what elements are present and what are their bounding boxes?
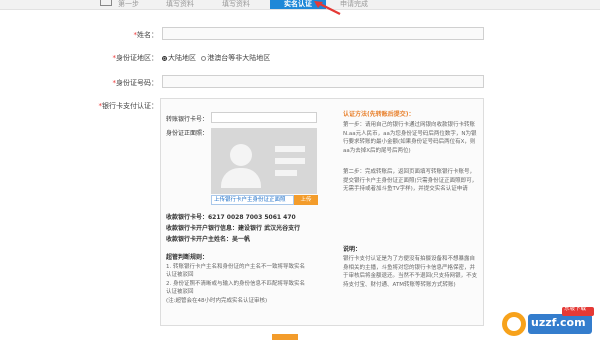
bankauth-label-text: 银行卡支付认证： xyxy=(102,102,158,110)
id-avatar-body xyxy=(221,168,261,188)
idnumber-label-text: 身份证号码： xyxy=(116,79,158,87)
radio-mainland[interactable] xyxy=(162,55,167,61)
radio-hk-macau-taiwan-label[interactable]: 港澳台等非大陆地区 xyxy=(207,54,270,62)
radio-mainland-label[interactable]: 大陆地区 xyxy=(168,54,196,62)
upload-photo-field[interactable]: 上传银行卡户主身份证正面照 xyxy=(211,195,294,205)
idnumber-label: *身份证号码： xyxy=(92,78,159,88)
region-label: *身份证地区： xyxy=(92,53,159,63)
fail-rules-title: 超管判断规则： xyxy=(166,254,209,261)
id-card-line xyxy=(275,170,297,176)
id-photo-placeholder xyxy=(211,128,317,194)
submit-button[interactable] xyxy=(272,334,298,340)
name-label: *姓名： xyxy=(92,30,159,40)
red-arrow-icon xyxy=(314,1,341,15)
tab-step-3[interactable]: 填写资料 xyxy=(222,0,262,9)
bankauth-label: *银行卡支付认证： xyxy=(92,101,159,111)
radio-hk-macau-taiwan[interactable] xyxy=(201,55,207,61)
region-radio-group: 大陆地区 港澳台等非大陆地区 xyxy=(162,53,270,63)
region-label-text: 身份证地区： xyxy=(116,54,158,62)
watermark-badge: 东坡下载 xyxy=(564,306,587,312)
card-number-label: 转账银行卡号： xyxy=(166,116,209,123)
method-title: 认证方法(先转账后提交)： xyxy=(343,111,415,118)
account-number: 收款银行卡号：6217 0028 7003 5061 470 xyxy=(166,214,296,221)
tab-step-1[interactable]: 第一步 xyxy=(118,0,158,9)
upload-button[interactable]: 上传 xyxy=(294,195,318,205)
id-avatar-head xyxy=(230,144,252,166)
fail-rule-2-cont: 认证被驳回 xyxy=(166,289,194,295)
id-card-line xyxy=(275,158,305,164)
id-card-line xyxy=(275,146,305,152)
method-step-1: 第一步：请用自己的银行卡通过网银向收款银行卡转账N.aa元人民币，aa为您身份证… xyxy=(343,122,477,154)
fail-rule-note: (注:超管会在48小时内完成实名认证审核) xyxy=(166,298,268,304)
account-bank: 收款银行卡开户银行信息：建设银行 武汉光谷支行 xyxy=(166,225,301,232)
remark-title: 说明： xyxy=(343,246,362,253)
id-photo-label: 身份证正面照： xyxy=(166,130,209,137)
card-number-input[interactable] xyxy=(211,112,317,123)
idnumber-input[interactable] xyxy=(162,75,484,88)
tab-step-5[interactable]: 申请完成 xyxy=(340,0,380,9)
method-step-2: 第二步：完成转账后，返回页面填写转账银行卡账号，提交银行卡户主身份证正面照(只需… xyxy=(343,169,478,192)
name-input[interactable] xyxy=(162,27,484,40)
account-holder: 收款银行卡开户主姓名：吴一帆 xyxy=(166,236,251,243)
watermark-text: uzzf.com xyxy=(531,316,586,329)
home-icon xyxy=(100,0,112,6)
fail-rule-1-cont: 认证被驳回 xyxy=(166,272,194,278)
name-label-text: 姓名： xyxy=(137,31,158,39)
remark-text: 银行卡支付认证是为了方便没有拍摄设备和不想暴露自身相关的主播，斗鱼将对您的银行卡… xyxy=(343,256,478,288)
tab-step-2[interactable]: 填写资料 xyxy=(166,0,206,9)
